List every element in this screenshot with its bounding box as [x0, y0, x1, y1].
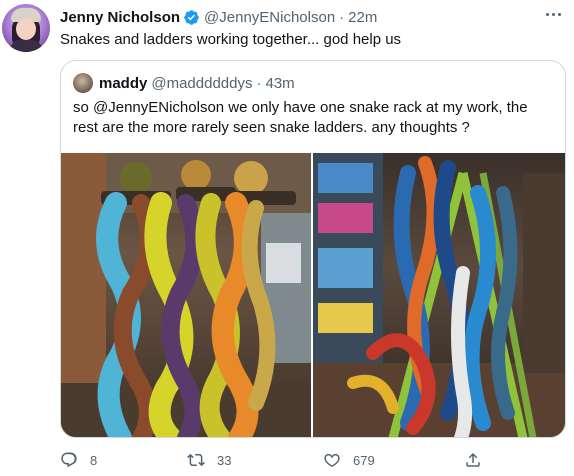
tweet-actions: 8 33 679 [60, 448, 520, 472]
heart-icon [324, 453, 340, 468]
quoted-author-handle: @maddddddys [151, 74, 253, 92]
verified-badge-icon [184, 9, 199, 25]
snake-rack-photo[interactable] [61, 153, 311, 437]
like-count: 679 [353, 452, 375, 468]
snake-ladder-illustration [313, 153, 565, 437]
separator-dot: · [256, 74, 262, 92]
quoted-author-name: maddy [99, 74, 148, 92]
tweet[interactable]: Jenny Nicholson @JennyENicholson · 22m S… [0, 0, 574, 476]
reply-icon [61, 452, 77, 468]
retweet-count: 33 [217, 452, 232, 468]
reply-button[interactable]: 8 [60, 448, 97, 472]
author-avatar[interactable] [2, 4, 50, 52]
like-button[interactable]: 679 [323, 448, 375, 472]
separator-dot: · [339, 8, 345, 26]
more-options-icon[interactable] [540, 4, 566, 24]
author-name[interactable]: Jenny Nicholson [60, 9, 180, 26]
author-handle[interactable]: @JennyENicholson [204, 9, 335, 26]
photo-grid [61, 153, 565, 437]
snake-ladder-photo[interactable] [313, 153, 565, 437]
tweet-timestamp[interactable]: 22m [348, 9, 377, 26]
share-button[interactable] [464, 448, 494, 472]
quoted-tweet-text: so @JennyENicholson we only have one sna… [73, 99, 528, 136]
quoted-tweet-header: maddy @maddddddys · 43m [73, 72, 295, 94]
reply-count: 8 [90, 452, 98, 468]
share-icon [466, 452, 480, 467]
tweet-text: Snakes and ladders working together... g… [60, 31, 402, 48]
retweet-icon [187, 453, 205, 467]
retweet-button[interactable]: 33 [187, 448, 231, 472]
quoted-author-avatar [73, 73, 93, 93]
tweet-header: Jenny Nicholson @JennyENicholson · 22m [60, 7, 377, 27]
quoted-timestamp: 43m [265, 74, 295, 92]
quoted-tweet[interactable]: maddy @maddddddys · 43m so @JennyENichol… [60, 60, 566, 438]
snake-rack-illustration [61, 153, 311, 437]
